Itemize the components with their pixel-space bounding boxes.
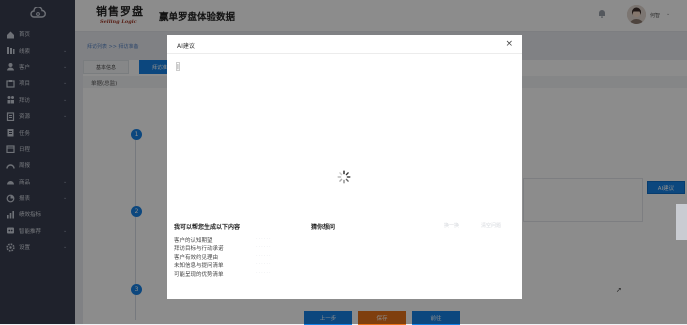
generate-heading: 我可以帮您生成以下内容 (174, 224, 241, 231)
guess-heading: 猜你想问 (311, 224, 336, 231)
close-icon[interactable]: × (505, 39, 513, 49)
placeholder-dots: ······ (256, 253, 272, 259)
dialog-header: AI建议 × (167, 35, 522, 54)
loading-spinner-icon (337, 170, 351, 184)
suggestion-item[interactable]: 客户的认知期望 (174, 236, 213, 244)
ai-suggest-dialog: AI建议 × | 我可以帮您生成以下内容 猜你想问 换一换 清空问题 客户的认知… (167, 35, 522, 299)
suggestion-item[interactable]: 未知信息与提问清单 (174, 261, 224, 269)
placeholder-dots: ······ (256, 261, 272, 267)
suggestion-item[interactable]: 拜访目标与行动承诺 (174, 244, 224, 252)
suggestion-item[interactable]: 客户有效约见理由 (174, 253, 218, 261)
placeholder-dots: ······ (256, 236, 272, 242)
suggestion-item[interactable]: 可能呈现的优势清单 (174, 270, 224, 278)
mouse-pointer-icon: ➚ (616, 286, 622, 294)
prompt-input[interactable]: | (176, 62, 180, 71)
placeholder-dots: ······ (256, 270, 272, 276)
side-tool-tab[interactable] (676, 204, 687, 240)
clear-questions-link[interactable]: 清空问题 (481, 222, 501, 229)
refresh-link[interactable]: 换一换 (444, 222, 459, 229)
dialog-title: AI建议 (177, 43, 195, 50)
placeholder-dots: ······ (256, 244, 272, 250)
